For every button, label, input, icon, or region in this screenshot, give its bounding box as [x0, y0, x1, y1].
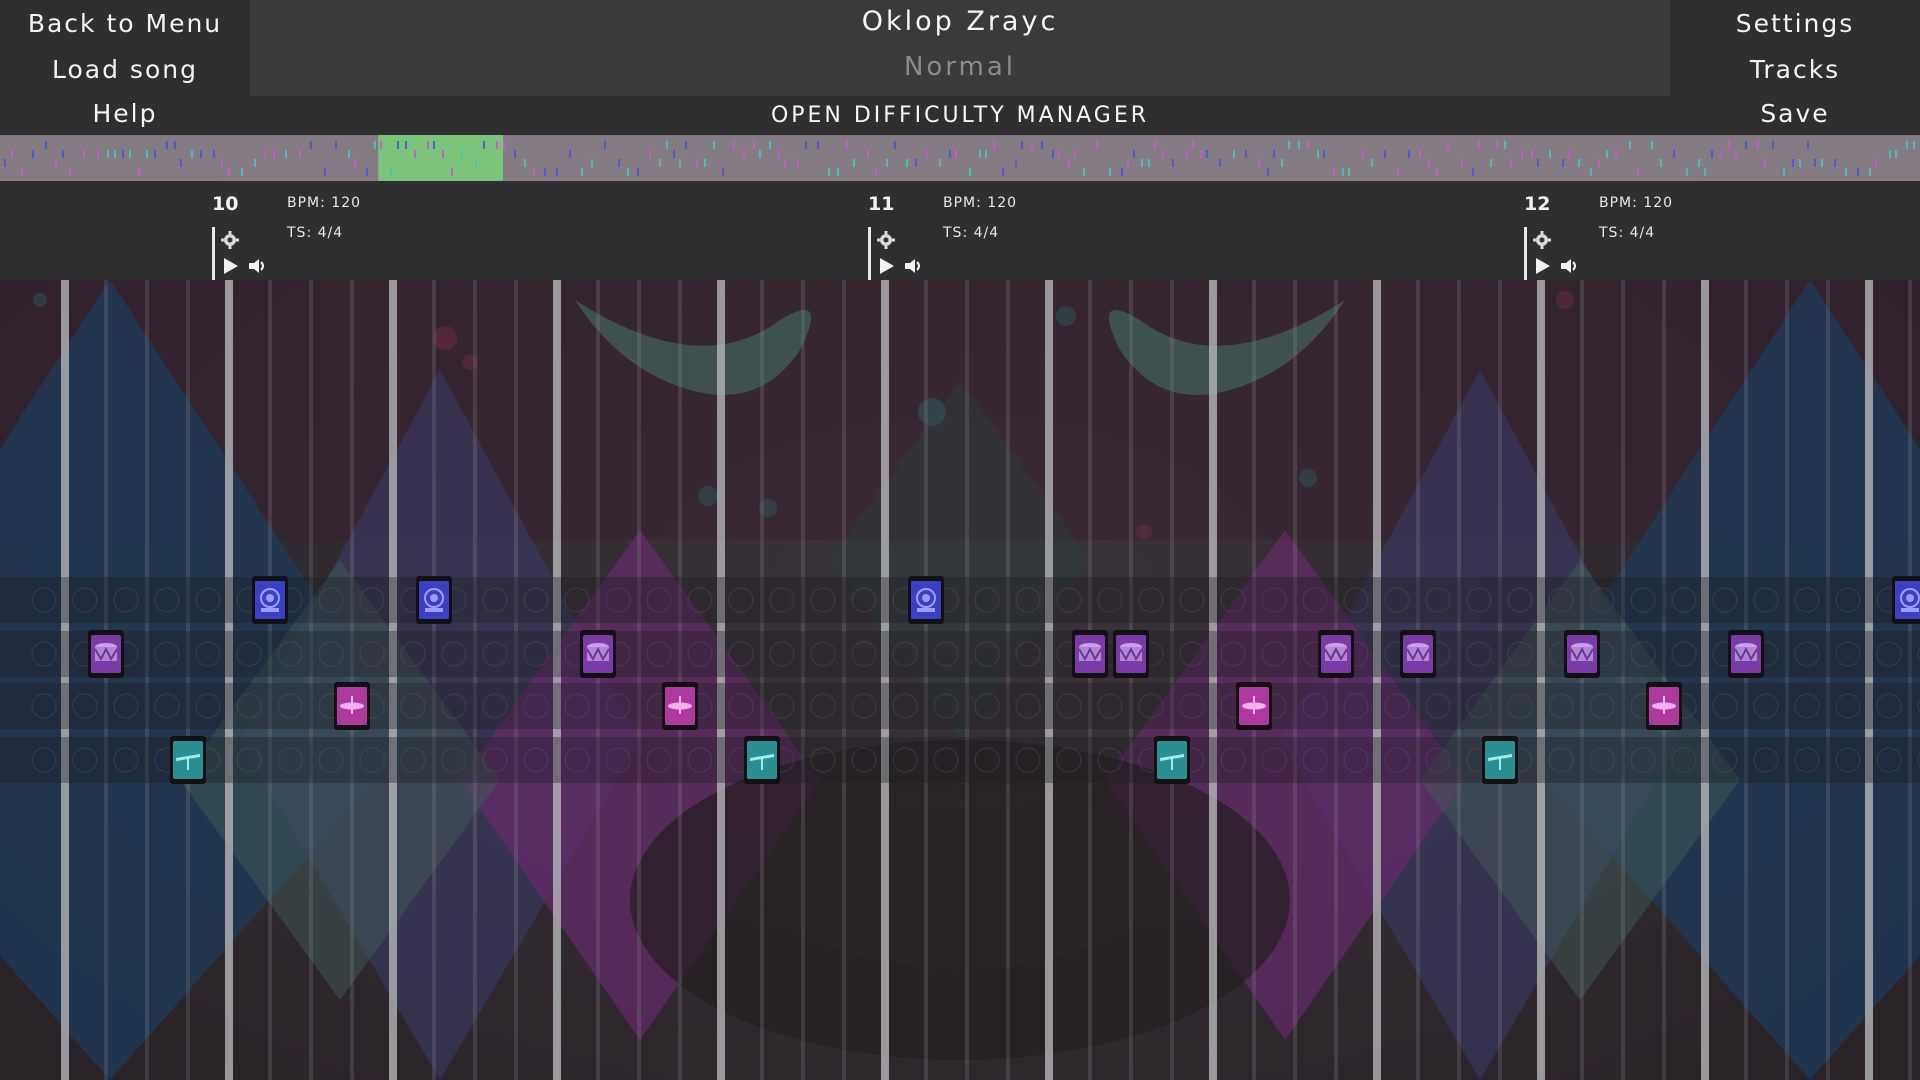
kick-drum-icon [255, 581, 285, 619]
note-tom[interactable] [1236, 682, 1272, 730]
note-kick[interactable] [416, 576, 452, 624]
note-snare[interactable] [580, 630, 616, 678]
note-snare[interactable] [88, 630, 124, 678]
snare-drum-icon [1403, 635, 1433, 673]
snare-drum-icon [1116, 635, 1146, 673]
note-cymbal[interactable] [744, 736, 780, 784]
tom-drum-icon [665, 687, 695, 725]
kick-drum-icon [419, 581, 449, 619]
snare-drum-icon [91, 635, 121, 673]
cymbal-icon [173, 741, 203, 779]
note-cymbal[interactable] [1154, 736, 1190, 784]
note-tom[interactable] [334, 682, 370, 730]
note-tom[interactable] [662, 682, 698, 730]
note-snare[interactable] [1564, 630, 1600, 678]
note-kick[interactable] [908, 576, 944, 624]
kick-drum-icon [1895, 581, 1920, 619]
snare-drum-icon [1075, 635, 1105, 673]
note-snare[interactable] [1113, 630, 1149, 678]
note-cymbal[interactable] [1482, 736, 1518, 784]
tom-drum-icon [337, 687, 367, 725]
cymbal-icon [747, 741, 777, 779]
note-cymbal[interactable] [170, 736, 206, 784]
note-snare[interactable] [1400, 630, 1436, 678]
tom-drum-icon [1649, 687, 1679, 725]
cymbal-icon [1157, 741, 1187, 779]
notes-layer [0, 0, 1920, 1080]
kick-drum-icon [911, 581, 941, 619]
note-tom[interactable] [1646, 682, 1682, 730]
note-kick[interactable] [1892, 576, 1920, 624]
snare-drum-icon [1731, 635, 1761, 673]
tom-drum-icon [1239, 687, 1269, 725]
note-snare[interactable] [1728, 630, 1764, 678]
cymbal-icon [1485, 741, 1515, 779]
note-kick[interactable] [252, 576, 288, 624]
note-snare[interactable] [1318, 630, 1354, 678]
snare-drum-icon [583, 635, 613, 673]
snare-drum-icon [1567, 635, 1597, 673]
note-snare[interactable] [1072, 630, 1108, 678]
snare-drum-icon [1321, 635, 1351, 673]
